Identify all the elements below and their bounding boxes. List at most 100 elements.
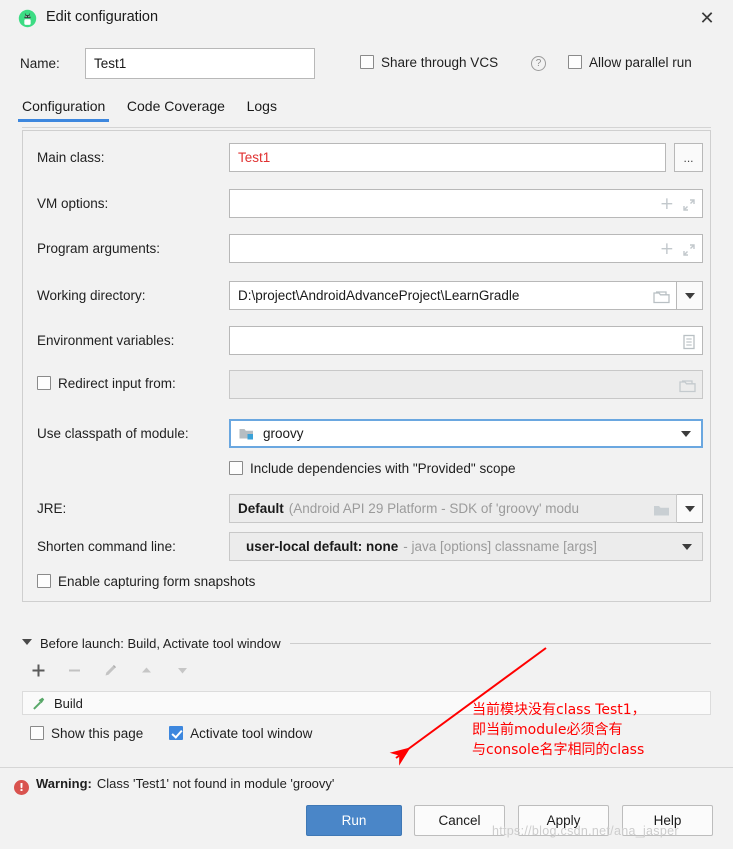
program-arguments-label: Program arguments: (37, 241, 161, 256)
warning-message: Class 'Test1' not found in module 'groov… (96, 776, 335, 791)
chevron-down-icon (684, 505, 695, 512)
working-directory-icons (653, 282, 670, 309)
name-input[interactable] (85, 48, 315, 79)
before-launch-task-label: Build (54, 695, 83, 711)
jre-icons (653, 495, 670, 522)
allow-parallel-run-checkbox[interactable]: Allow parallel run (568, 55, 692, 70)
activate-tool-window-label: Activate tool window (190, 726, 313, 741)
jre-value: Default (238, 501, 284, 516)
plus-icon[interactable]: + (660, 196, 674, 213)
main-class-label: Main class: (37, 150, 105, 165)
checkbox-box (229, 461, 243, 475)
checkbox-box (37, 376, 51, 390)
program-arguments-input[interactable]: + (229, 234, 703, 263)
collapse-caret-icon[interactable] (22, 639, 32, 645)
working-directory-dropdown[interactable] (677, 281, 703, 310)
vm-options-label: VM options: (37, 196, 109, 211)
share-through-vcs-checkbox[interactable]: Share through VCS (360, 55, 498, 70)
help-icon[interactable]: ? (531, 56, 546, 71)
enable-snapshots-checkbox[interactable]: Enable capturing form snapshots (37, 574, 255, 589)
tab-divider (22, 127, 711, 128)
enable-snapshots-label: Enable capturing form snapshots (58, 574, 256, 589)
before-launch-toolbar (30, 662, 191, 679)
main-class-value: Test1 (238, 150, 271, 165)
activate-tool-window-checkbox[interactable]: Activate tool window (169, 726, 312, 741)
use-classpath-combo[interactable]: groovy (229, 419, 703, 448)
checkbox-box (30, 726, 44, 740)
shorten-command-line-label: Shorten command line: (37, 539, 176, 554)
annotation-line-1: 当前模块没有class Test1， (472, 702, 646, 718)
document-list-icon[interactable] (682, 334, 696, 350)
before-launch-header[interactable]: Before launch: Build, Activate tool wind… (22, 636, 281, 651)
working-directory-value: D:\project\AndroidAdvanceProject\LearnGr… (238, 288, 520, 303)
run-button[interactable]: Run (306, 805, 402, 836)
annotation-line-3: 与console名字相同的class (472, 742, 645, 758)
redirect-input-field[interactable] (229, 370, 703, 399)
include-provided-label: Include dependencies with "Provided" sco… (250, 461, 516, 476)
before-launch-label: Before launch: Build, Activate tool wind… (40, 636, 281, 651)
edit-pencil-icon (105, 664, 117, 676)
watermark: https://blog.csdn.net/ana_jasper (492, 824, 679, 838)
use-classpath-label: Use classpath of module: (37, 426, 189, 441)
working-directory-input[interactable]: D:\project\AndroidAdvanceProject\LearnGr… (229, 281, 677, 310)
warning-prefix: Warning: (36, 776, 92, 791)
configuration-panel: Main class: Test1 ... VM options: + Prog… (22, 130, 711, 602)
move-up-icon (142, 667, 151, 673)
tab-logs[interactable]: Logs (247, 98, 277, 122)
folder-icon[interactable] (653, 290, 670, 304)
module-folder-icon (239, 428, 253, 439)
chevron-down-icon[interactable] (682, 543, 692, 550)
before-launch-rule (290, 643, 711, 644)
redirect-input-icons (679, 371, 696, 398)
main-class-browse-button[interactable]: ... (674, 143, 703, 172)
environment-variables-label: Environment variables: (37, 333, 175, 348)
expand-icon[interactable] (682, 243, 696, 257)
folder-icon[interactable] (653, 503, 670, 517)
tab-configuration[interactable]: Configuration (17, 98, 110, 122)
jre-label: JRE: (37, 501, 67, 516)
name-label: Name: (20, 56, 60, 71)
folder-icon[interactable] (679, 379, 696, 393)
vm-options-icons: + (660, 190, 696, 217)
shorten-command-line-hint: - java [options] classname [args] (403, 539, 597, 554)
warning-bar: ! Warning: Class 'Test1' not found in modu… (14, 776, 334, 795)
jre-input[interactable]: Default (Android API 29 Platform - SDK o… (229, 494, 677, 523)
jre-hint: (Android API 29 Platform - SDK of 'groov… (288, 501, 580, 516)
checkbox-box-checked (169, 726, 184, 740)
allow-parallel-run-label: Allow parallel run (589, 55, 692, 70)
vm-options-input[interactable]: + (229, 189, 703, 218)
shorten-command-line-combo[interactable]: user-local default: none - java [options… (229, 532, 703, 561)
redirect-input-label: Redirect input from: (58, 376, 176, 391)
chevron-down-icon (684, 292, 695, 299)
warning-divider (0, 767, 733, 768)
show-this-page-label: Show this page (51, 726, 144, 741)
main-class-input[interactable]: Test1 (229, 143, 666, 172)
move-down-icon (178, 668, 187, 674)
close-icon[interactable]: ✕ (695, 8, 719, 30)
include-provided-checkbox[interactable]: Include dependencies with "Provided" sco… (229, 461, 516, 476)
checkbox-box (37, 574, 51, 588)
annotation-text: 当前模块没有class Test1， 即当前module必须含有 与consol… (472, 700, 646, 760)
title-bar: Edit configuration ✕ (0, 0, 733, 37)
checkbox-box (568, 55, 582, 69)
tab-code-coverage[interactable]: Code Coverage (127, 98, 225, 122)
plus-icon[interactable]: + (660, 241, 674, 258)
environment-variables-input[interactable] (229, 326, 703, 355)
chevron-down-icon[interactable] (681, 430, 691, 437)
error-circle-icon: ! (14, 780, 29, 795)
expand-icon[interactable] (682, 198, 696, 212)
redirect-input-checkbox[interactable]: Redirect input from: (37, 376, 176, 391)
add-icon[interactable] (30, 662, 47, 679)
android-robot-icon (18, 9, 37, 28)
use-classpath-value: groovy (263, 426, 304, 441)
checkbox-box (360, 55, 374, 69)
program-arguments-icons: + (660, 235, 696, 262)
shorten-command-line-value: user-local default: none (246, 539, 399, 554)
remove-icon (69, 669, 80, 672)
show-this-page-checkbox[interactable]: Show this page (30, 726, 143, 741)
jre-dropdown[interactable] (677, 494, 703, 523)
before-launch-options: Show this page Activate tool window (30, 726, 334, 741)
hammer-icon (33, 697, 45, 710)
share-through-vcs-label: Share through VCS (381, 55, 499, 70)
environment-variables-icons (682, 327, 696, 354)
